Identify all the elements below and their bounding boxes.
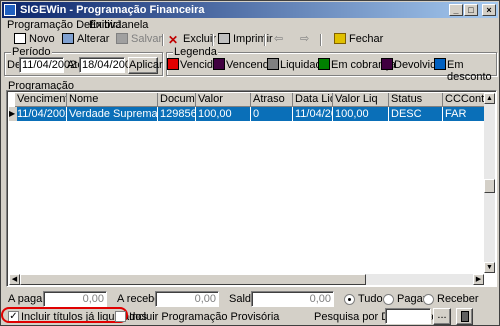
next-arrow-icon[interactable]: ⇨ xyxy=(300,32,309,47)
hscroll-thumb[interactable] xyxy=(20,274,366,285)
toolbar-separator xyxy=(162,34,164,46)
new-document-icon xyxy=(14,33,26,44)
calculator-button[interactable] xyxy=(456,308,473,325)
table-cell: FAR xyxy=(443,107,489,121)
menu-exibir[interactable]: Exibir xyxy=(89,19,117,31)
column-header[interactable]: Nome xyxy=(67,93,158,107)
main-window: SIGEWin - Programação Financeira _ □ × P… xyxy=(0,0,500,326)
column-header[interactable]: Data Liq xyxy=(293,93,333,107)
radio-pagar[interactable] xyxy=(383,294,394,305)
column-header[interactable]: Status xyxy=(389,93,443,107)
legend-swatch xyxy=(434,58,446,70)
table-cell: Verdade Suprema xyxy=(67,107,158,121)
programacao-grid[interactable]: VencimentoNomeDocumentoValorAtrasoData L… xyxy=(6,90,497,287)
a-pagar-field: 0,00 xyxy=(43,291,107,307)
table-cell: 11/04/2002 xyxy=(15,107,67,121)
minimize-icon[interactable]: _ xyxy=(449,4,463,16)
radio-pagar-label: Pagar xyxy=(397,293,427,305)
previous-arrow-icon[interactable]: ⇦ xyxy=(274,32,283,47)
title-bar: SIGEWin - Programação Financeira _ □ × xyxy=(2,2,498,18)
column-header[interactable]: Atraso xyxy=(251,93,293,107)
printer-icon xyxy=(218,33,230,44)
radio-receber-label: Receber xyxy=(437,293,479,305)
excluir-button[interactable]: ✕ Excluir xyxy=(168,32,216,47)
close-icon[interactable]: × xyxy=(482,4,496,16)
row-pointer-icon: ▶ xyxy=(9,107,17,121)
aplicar-button[interactable]: Aplicar xyxy=(128,57,163,74)
table-cell: 100,00 xyxy=(333,107,389,121)
novo-button[interactable]: Novo xyxy=(14,32,55,47)
scroll-left-icon[interactable]: ◀ xyxy=(9,274,20,285)
table-cell: 12985634 xyxy=(158,107,196,121)
column-header[interactable]: Vencimento xyxy=(15,93,67,107)
legend-swatch xyxy=(167,58,179,70)
table-cell: DESC xyxy=(389,107,443,121)
table-cell: 100,00 xyxy=(196,107,251,121)
toolbar-separator xyxy=(264,34,266,46)
toolbar-separator xyxy=(320,34,322,46)
radio-tudo-label: Tudo xyxy=(358,293,383,305)
alterar-button[interactable]: Alterar xyxy=(62,32,109,47)
pesquisa-documento-input[interactable] xyxy=(385,308,431,324)
table-cell: 11/04/2002 xyxy=(293,107,333,121)
scroll-right-icon[interactable]: ▶ xyxy=(473,274,484,285)
close-door-icon xyxy=(334,33,346,44)
menu-bar: Programação Definitiva Exibir Janela xyxy=(2,18,498,33)
scroll-up-icon[interactable]: ▲ xyxy=(484,93,495,104)
delete-icon: ✕ xyxy=(168,33,179,47)
column-header[interactable]: Documento xyxy=(158,93,196,107)
data-fim-field[interactable]: 18/04/2002 xyxy=(79,57,137,73)
toolbar-separator xyxy=(212,34,214,46)
legend-swatch xyxy=(381,58,393,70)
salvar-button[interactable]: Salvar xyxy=(116,32,162,47)
calculator-icon xyxy=(461,311,469,322)
horizontal-scrollbar[interactable]: ◀ ▶ xyxy=(9,274,484,285)
scroll-thumb[interactable] xyxy=(484,179,495,193)
legend-label: Em desconto xyxy=(447,59,492,83)
radio-tudo[interactable] xyxy=(344,294,355,305)
fechar-button[interactable]: Fechar xyxy=(334,32,383,47)
a-receber-field: 0,00 xyxy=(155,291,219,307)
legenda-title: Legenda xyxy=(173,46,218,58)
column-header[interactable]: CCConta xyxy=(443,93,489,107)
data-inicio-field[interactable]: 11/04/2002 xyxy=(19,57,76,73)
legend-swatch xyxy=(267,58,279,70)
scroll-down-icon[interactable]: ▼ xyxy=(484,262,495,273)
save-icon xyxy=(116,33,128,44)
toolbar: Novo Alterar Salvar ✕ Excluir Imprimir ⇦ … xyxy=(2,32,498,49)
highlight-ring xyxy=(1,307,128,323)
browse-button[interactable]: ... xyxy=(433,308,451,325)
app-icon xyxy=(4,4,16,16)
incluir-provisoria-label: Incluir Programação Provisória xyxy=(129,311,280,323)
edit-icon xyxy=(62,33,74,44)
menu-janela[interactable]: Janela xyxy=(116,19,148,31)
legend-swatch xyxy=(318,58,330,70)
maximize-icon[interactable]: □ xyxy=(464,4,478,16)
radio-receber[interactable] xyxy=(423,294,434,305)
column-header[interactable]: Valor Liq xyxy=(333,93,389,107)
column-header[interactable]: Valor xyxy=(196,93,251,107)
vertical-scrollbar[interactable]: ▲ ▼ xyxy=(484,93,495,273)
table-cell: 0 xyxy=(251,107,293,121)
legend-swatch xyxy=(213,58,225,70)
incluir-provisoria-checkbox[interactable] xyxy=(115,311,126,322)
window-title: SIGEWin - Programação Financeira xyxy=(20,4,205,16)
saldo-field: 0,00 xyxy=(251,291,334,307)
